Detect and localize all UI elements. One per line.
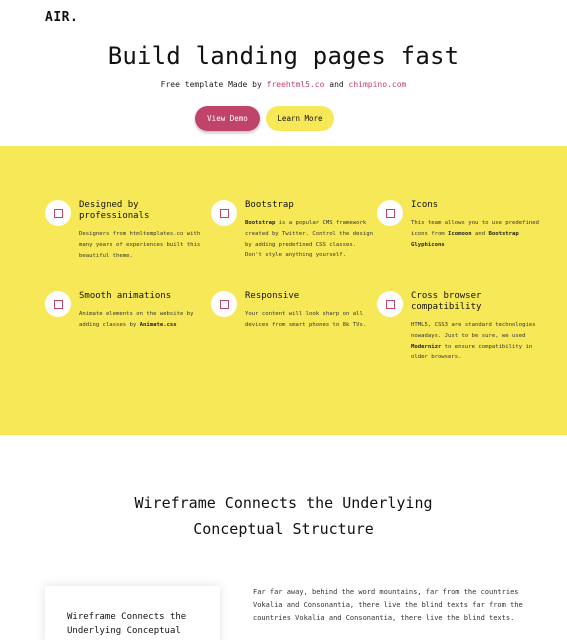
freehtml5-link[interactable]: freehtml5.co — [267, 80, 325, 89]
feature-title: Designed by professionals — [79, 200, 150, 221]
desc-pre: HTML5, CSS3 are standard technologies no… — [411, 322, 536, 339]
hero-subtitle: Free template Made by freehtml5.co and c… — [0, 80, 567, 89]
section2-title: Wireframe Connects the Underlying Concep… — [0, 490, 567, 542]
bootstrap-bold: Bootstrap — [245, 220, 276, 226]
feature-title: Icons — [411, 200, 439, 210]
feature-desc: Designers from htmltemplates.co with man… — [79, 231, 201, 259]
site-logo[interactable]: AIR. — [45, 10, 78, 25]
square-outline-icon — [377, 200, 403, 226]
square-outline-icon — [211, 291, 237, 317]
square-outline-icon — [45, 291, 71, 317]
feature-desc: Animate elements on the website by addin… — [79, 309, 207, 331]
feature-desc: Bootstrap is a popular CMS framework cre… — [245, 218, 373, 261]
view-demo-button[interactable]: View Demo — [195, 106, 260, 131]
chimpino-link[interactable]: chimpino.com — [349, 80, 407, 89]
feature-title: Cross browser compatibility — [411, 291, 482, 312]
learn-more-button[interactable]: Learn More — [266, 106, 334, 131]
section2-title-line2: Conceptual Structure — [193, 520, 374, 538]
feature-title: Responsive — [245, 291, 300, 301]
hero-title: Build landing pages fast — [107, 42, 460, 70]
features-section: Designed by professionals Designers from… — [0, 146, 567, 435]
icomoon-bold: Icomoon — [448, 230, 472, 237]
square-outline-icon — [211, 200, 237, 226]
feature-desc: This team allows you to use predefined i… — [411, 218, 539, 250]
info-card: Wireframe Connects the Underlying Concep… — [45, 586, 220, 640]
card-title: Wireframe Connects the Underlying Concep… — [67, 612, 187, 636]
subtitle-prefix: Free template Made by — [160, 80, 267, 89]
feature-desc: HTML5, CSS3 are standard technologies no… — [411, 320, 539, 363]
feature-desc: Your content will look sharp on all devi… — [245, 311, 367, 328]
section2-title-line1: Wireframe Connects the Underlying — [134, 494, 433, 512]
feature-title: Smooth animations — [79, 291, 172, 301]
modernizr-bold: Modernizr — [411, 343, 442, 350]
section2-paragraph: Far far away, behind the word mountains,… — [253, 588, 523, 622]
desc-mid: and — [471, 230, 489, 237]
square-outline-icon — [45, 200, 71, 226]
animate-bold: Animate.css — [139, 321, 177, 328]
feature-title: Bootstrap — [245, 200, 294, 210]
square-outline-icon — [377, 291, 403, 317]
subtitle-mid: and — [324, 80, 349, 89]
